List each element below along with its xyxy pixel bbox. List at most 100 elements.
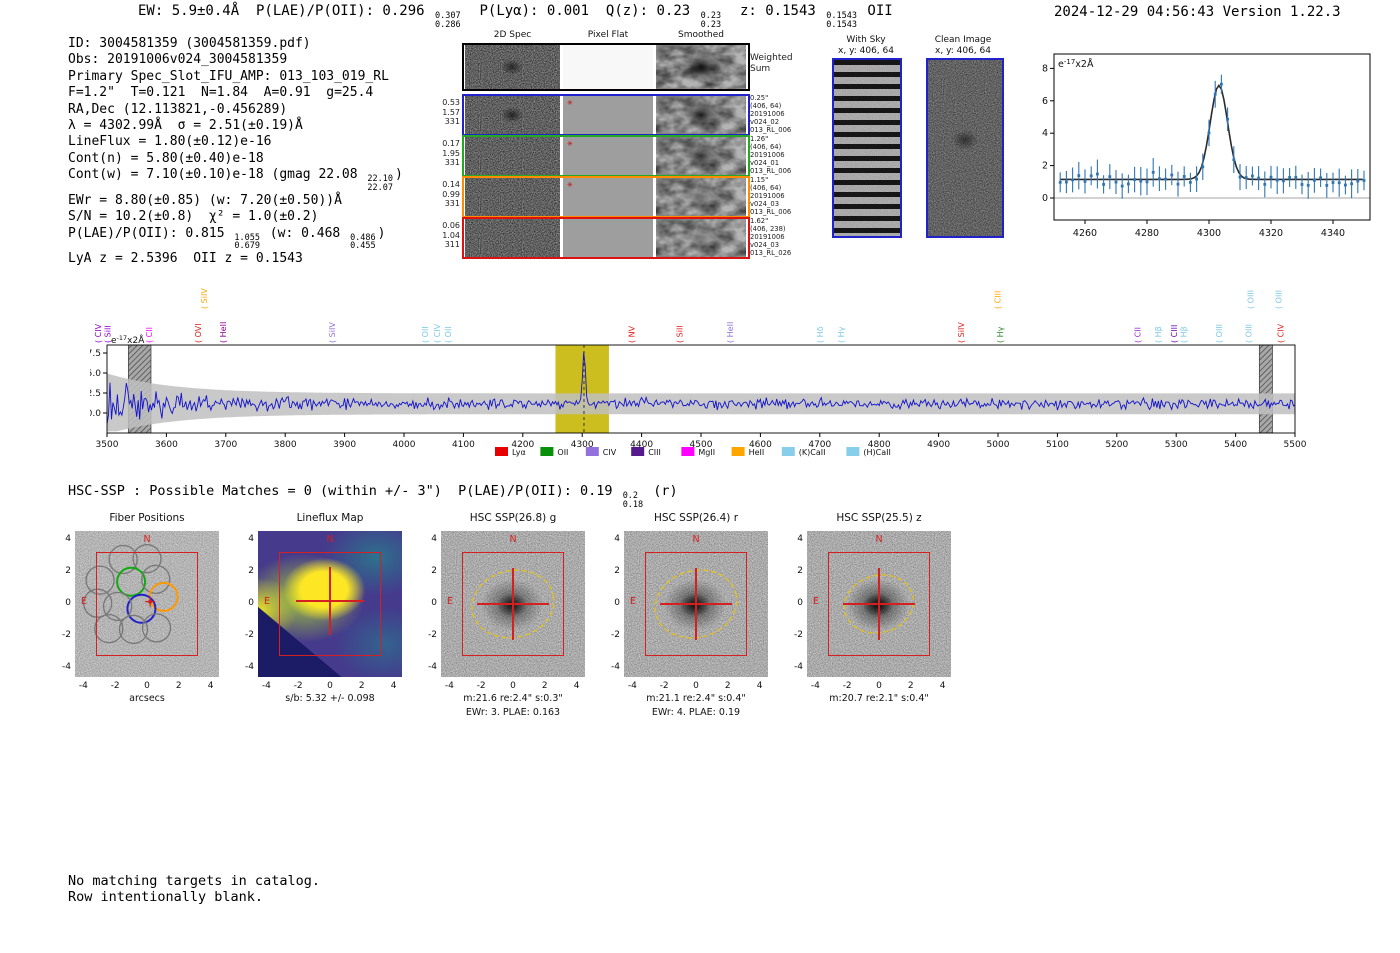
y-tick-label: 0.0 [90, 409, 101, 419]
noise-image [465, 178, 560, 216]
y-tick-label: -2 [611, 630, 620, 640]
blob [501, 59, 523, 75]
cutout-row-weights: 0.17 1.95 331 [442, 139, 460, 168]
noise-image [656, 178, 746, 216]
masked-region-band [1258, 344, 1273, 434]
x-tick-label: -2 [659, 681, 669, 691]
panel-caption: m:20.7 re:2.1" s:0.4" [829, 693, 929, 704]
compass-north: N [326, 534, 334, 545]
svg-text:HeII: HeII [749, 448, 765, 457]
emission-line-label: ( CIV [1277, 323, 1286, 343]
text-segment: Cont(n) = 5.80(±0.40)e-18 [68, 150, 264, 166]
panel-image-img: NE [807, 531, 951, 677]
cutout-row-info: 0.25" (406, 64) 20191006 v024_02 013_RL_006 [750, 94, 792, 134]
y-tick-label: -2 [245, 630, 254, 640]
x-tick-label: 0 [693, 681, 699, 691]
text-segment: S/N = 10.2(±0.8) χ² = 1.0(±0.2) [68, 209, 319, 225]
x-tick-label: -2 [293, 681, 303, 691]
x-tick-label: 4340 [1321, 228, 1345, 239]
text-segment: EWr = 8.80(±0.85) (w: 7.20(±0.50))Å [68, 192, 342, 208]
cutout-row-weights: 0.53 1.57 331 [442, 98, 460, 127]
emission-line-label: ( SiIV [328, 322, 337, 343]
x-tick-label: 5100 [1046, 440, 1069, 450]
y-tick-label: 7.5 [90, 349, 101, 359]
fraction-lo: 0.1543 [826, 19, 857, 30]
y-tick-label: 0 [65, 598, 71, 608]
x-tick-label: 2 [175, 681, 182, 691]
emission-line-label: ( NV [627, 325, 636, 343]
noise-image [465, 137, 560, 175]
with-sky-cutout [832, 58, 902, 238]
clean-image-title: Clean Image x, y: 406, 64 [934, 35, 992, 56]
cutout-row-info: 1.15" (406, 64) 20191006 v024_03 013_RL_006 [750, 176, 792, 216]
emission-line-label: ( OIII [1245, 324, 1254, 343]
x-tick-label: 4 [207, 681, 214, 691]
emission-line-label: ( Hγ [996, 326, 1005, 343]
emission-line-label: ( HeII [726, 322, 735, 343]
emission-line-label: ( OIII [1274, 290, 1283, 309]
emission-line-label: ( Hβ [1179, 326, 1188, 343]
stacked-fraction: 0.23 0.23 [701, 12, 721, 30]
x-tick-label: 5200 [1105, 440, 1128, 450]
compass-north: N [143, 534, 151, 545]
x-tick-label: -2 [110, 681, 120, 691]
compass-east: E [447, 596, 454, 607]
panel-image-img: NE [441, 531, 585, 677]
panel-title-5: HSC SSP(25.5) z [836, 512, 922, 524]
x-tick-label: 4 [756, 681, 763, 691]
blob [952, 130, 978, 150]
info-line: Cont(n) = 5.80(±0.40)e-18 [68, 151, 403, 167]
cutout-row-weights: 0.06 1.04 311 [442, 221, 460, 250]
emission-line-label: ( Hγ [837, 326, 846, 343]
y-tick-label: 2.5 [90, 389, 101, 399]
x-tick-label: 5000 [987, 440, 1010, 450]
x-tick-label: 3900 [333, 440, 356, 450]
text-segment: ID: 3004581359 (3004581359.pdf) [68, 36, 311, 51]
y-tick-label: 2 [797, 566, 803, 576]
noise-image [465, 96, 560, 134]
text-segment: P(LAE)/P(OII): 0.815 [68, 225, 233, 241]
emission-line-label: ( OVI [194, 323, 203, 343]
flat-red-marker: ✳ [567, 99, 573, 107]
cutout-row-info: 1.62" (406, 238) 20191006 v024_03 013_RL_026 [750, 217, 792, 257]
y-tick-label: 4 [248, 534, 254, 544]
blob [684, 103, 718, 127]
x-tick-label: -4 [78, 681, 88, 691]
svg-text:(H)CaII: (H)CaII [863, 448, 890, 457]
text-segment: OII [858, 3, 893, 19]
svg-text:CIV: CIV [603, 448, 617, 457]
pixel-flat-image [563, 45, 653, 89]
emission-line-label: ( SiII [676, 325, 685, 343]
blob [681, 52, 721, 82]
compass-north: N [875, 534, 883, 545]
emission-line-label: ( SiII [104, 325, 113, 343]
legend-item: (K)CaII [781, 447, 826, 457]
text-segment: HSC-SSP : Possible Matches = 0 (within +… [68, 483, 621, 499]
info-line: EWr = 8.80(±0.85) (w: 7.20(±0.50))Å [68, 193, 403, 209]
footer-line: No matching targets in catalog. [68, 873, 320, 889]
y-tick-label: 0 [431, 598, 437, 608]
svg-text:(K)CaII: (K)CaII [799, 448, 826, 457]
emission-line-label: ( OII [421, 326, 430, 343]
x-tick-label: 4100 [452, 440, 475, 450]
compass-east: E [81, 596, 88, 607]
noise-image [656, 45, 746, 89]
blob [501, 107, 523, 123]
x-tick-label: 2 [907, 681, 914, 691]
y-tick-label: 2 [431, 566, 437, 576]
text-segment: z: 0.1543 [723, 3, 825, 19]
emission-line-label: ( SiIV [957, 322, 966, 343]
x-tick-label: 0 [327, 681, 333, 691]
x-tick-label: 4320 [1259, 228, 1283, 239]
x-tick-label: 5400 [1224, 440, 1247, 450]
col-header-smoothed: Smoothed [678, 30, 724, 40]
stacked-fraction: 0.486 0.455 [350, 233, 376, 252]
x-tick-label: 5500 [1284, 440, 1307, 450]
timestamp-version: 2024-12-29 04:56:43 Version 1.22.3 [1054, 4, 1341, 20]
x-tick-label: -4 [261, 681, 271, 691]
emission-line-label: ( CIII [993, 291, 1002, 309]
x-tick-label: -2 [476, 681, 486, 691]
x-tick-label: 4300 [1197, 228, 1221, 239]
emission-line-label: ( Hβ [1154, 326, 1163, 343]
emission-line-label: ( CII [1134, 327, 1143, 343]
